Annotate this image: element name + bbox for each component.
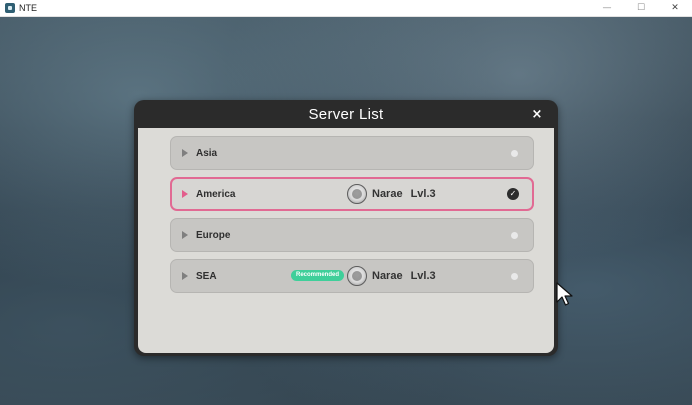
server-name: America [196, 188, 236, 200]
character-level: Lvl.3 [410, 270, 436, 282]
dialog-body: Asia America Narae Lvl.3 ✓ Europe SEA Re… [138, 128, 554, 353]
server-name: Europe [196, 229, 231, 241]
game-window: NTE — ☐ ✕ Server List × Asia America Nar… [0, 0, 692, 405]
server-row-asia[interactable]: Asia [170, 136, 534, 170]
window-controls: — ☐ ✕ [590, 0, 692, 17]
avatar-face-icon [352, 271, 362, 281]
play-icon [182, 231, 188, 239]
check-icon: ✓ [507, 188, 519, 200]
server-list-dialog: Server List × Asia America Narae Lvl.3 ✓… [134, 100, 558, 356]
avatar-face-icon [352, 189, 362, 199]
server-row-america[interactable]: America Narae Lvl.3 ✓ [170, 177, 534, 211]
app-icon [5, 3, 15, 13]
dialog-close-button[interactable]: × [529, 106, 545, 122]
play-icon [182, 190, 188, 198]
server-list: Asia America Narae Lvl.3 ✓ Europe SEA Re… [170, 136, 534, 300]
server-name: Asia [196, 147, 218, 159]
avatar [347, 184, 367, 204]
server-row-sea[interactable]: SEA Recommended Narae Lvl.3 [170, 259, 534, 293]
minimize-button[interactable]: — [590, 0, 624, 17]
maximize-button[interactable]: ☐ [624, 0, 658, 17]
character-name: Narae [372, 270, 403, 282]
radio-dot-icon [511, 232, 518, 239]
character-info: Narae Lvl.3 [347, 183, 436, 205]
window-title: NTE [19, 3, 37, 13]
dialog-title: Server List [308, 105, 384, 123]
character-info: Narae Lvl.3 [347, 265, 436, 287]
play-icon [182, 149, 188, 157]
recommended-badge: Recommended [291, 270, 345, 281]
server-name: SEA [196, 270, 217, 282]
character-name: Narae [372, 188, 403, 200]
character-level: Lvl.3 [410, 188, 436, 200]
radio-dot-icon [511, 273, 518, 280]
avatar [347, 266, 367, 286]
radio-dot-icon [511, 150, 518, 157]
window-close-button[interactable]: ✕ [658, 0, 692, 17]
play-icon [182, 272, 188, 280]
window-titlebar: NTE — ☐ ✕ [0, 0, 692, 17]
server-row-europe[interactable]: Europe [170, 218, 534, 252]
